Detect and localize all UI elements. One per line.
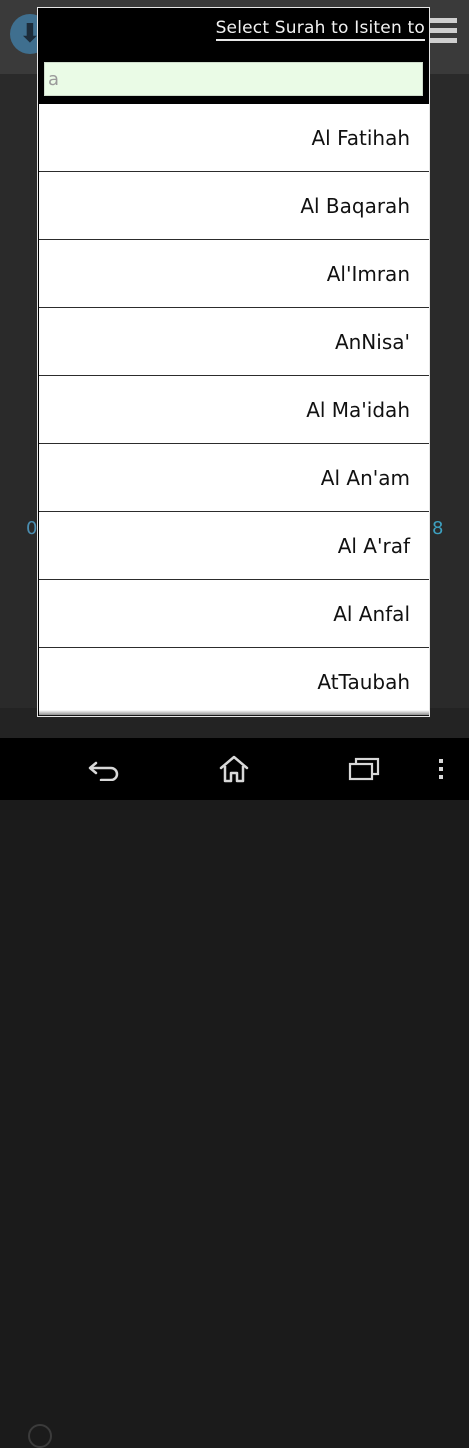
search-input[interactable] bbox=[44, 62, 423, 96]
list-item[interactable]: AnNisa' bbox=[39, 308, 429, 376]
background-number-left: 0 bbox=[26, 518, 38, 539]
surah-select-dialog: Select Surah to Isiten to Al Fatihah Al … bbox=[37, 7, 430, 717]
small-circle-icon bbox=[28, 1424, 52, 1448]
list-item[interactable]: Al A'raf bbox=[39, 512, 429, 580]
dialog-title: Select Surah to Isiten to bbox=[215, 18, 425, 41]
navigation-bar bbox=[0, 738, 469, 800]
list-item[interactable]: AtTaubah bbox=[39, 648, 429, 716]
recent-apps-button[interactable] bbox=[344, 752, 384, 786]
more-vert-icon bbox=[439, 759, 443, 779]
list-item[interactable]: Al Baqarah bbox=[39, 172, 429, 240]
background-number-right: 8 bbox=[432, 518, 444, 539]
list-item[interactable]: Al Anfal bbox=[39, 580, 429, 648]
surah-list[interactable]: Al Fatihah Al Baqarah Al'Imran AnNisa' A… bbox=[39, 104, 429, 716]
search-field[interactable] bbox=[42, 60, 425, 98]
list-item[interactable]: Al An'am bbox=[39, 444, 429, 512]
list-item[interactable]: Al Fatihah bbox=[39, 104, 429, 172]
list-item[interactable]: Al'Imran bbox=[39, 240, 429, 308]
back-button[interactable] bbox=[84, 752, 124, 786]
recent-apps-icon bbox=[348, 757, 380, 781]
list-item[interactable]: Al Ma'idah bbox=[39, 376, 429, 444]
home-icon bbox=[219, 755, 249, 783]
list-scroll-fade bbox=[39, 710, 429, 716]
more-options-button[interactable] bbox=[426, 752, 456, 786]
back-icon bbox=[88, 761, 119, 781]
home-button[interactable] bbox=[214, 752, 254, 786]
hamburger-menu-icon bbox=[427, 18, 457, 48]
